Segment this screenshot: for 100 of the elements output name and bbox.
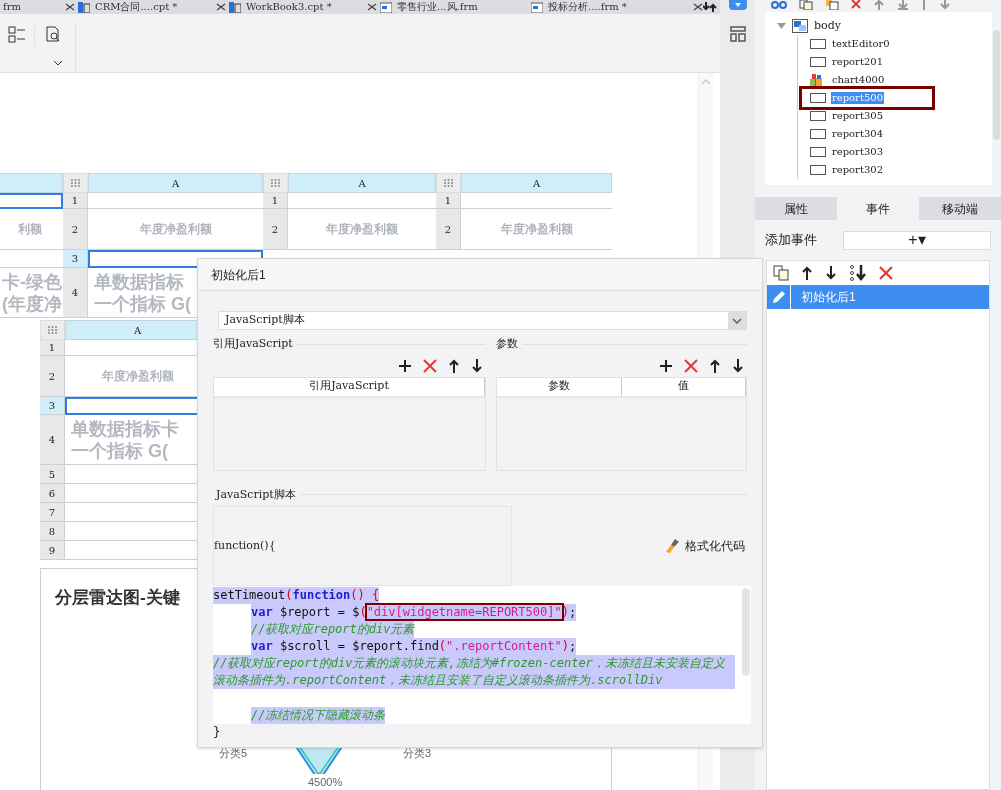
container-icon xyxy=(792,19,808,33)
binoculars-icon[interactable] xyxy=(771,0,787,10)
cell-text: 利额 xyxy=(17,221,42,238)
row-number[interactable]: 7 xyxy=(40,503,65,522)
widget-icon xyxy=(810,56,826,68)
delete-icon[interactable] xyxy=(423,358,437,373)
row-number[interactable]: 1 xyxy=(40,340,65,356)
tree-item[interactable]: report303 xyxy=(831,146,884,158)
select-all-handle[interactable] xyxy=(263,173,288,193)
document-tab[interactable]: WorkBook3.cpt * xyxy=(226,0,377,14)
arrow-down-icon[interactable] xyxy=(825,266,837,280)
tree-item[interactable]: textEditor0 xyxy=(831,38,891,50)
paste-icon[interactable] xyxy=(825,0,839,10)
column-header[interactable]: A xyxy=(288,173,436,193)
delete-icon[interactable] xyxy=(879,266,893,280)
close-icon[interactable] xyxy=(216,3,226,11)
document-search-icon[interactable] xyxy=(45,26,61,42)
cell-text: 单数据指标 xyxy=(94,271,184,292)
row-number[interactable]: 9 xyxy=(40,541,65,560)
close-icon[interactable] xyxy=(693,3,703,11)
row-number[interactable]: 4 xyxy=(40,415,65,465)
document-tab[interactable]: 零售行业...风.frm xyxy=(377,0,528,14)
widget-icon xyxy=(810,92,826,104)
copy-icon[interactable] xyxy=(799,0,813,10)
add-icon[interactable] xyxy=(398,358,412,373)
column-header[interactable]: 参数 xyxy=(497,377,622,396)
checklist-icon[interactable] xyxy=(8,26,26,44)
column-header[interactable]: A xyxy=(88,173,263,193)
spreadsheet-file-icon xyxy=(229,1,241,13)
cell-text: 单数据指标卡 xyxy=(71,418,179,439)
tab-list-icon[interactable] xyxy=(703,2,717,12)
row-number[interactable]: 3 xyxy=(63,250,88,268)
row-number[interactable]: 5 xyxy=(40,465,65,484)
code-editor[interactable] xyxy=(213,586,751,724)
row-number[interactable]: 6 xyxy=(40,484,65,503)
dropdown-button[interactable] xyxy=(728,0,747,10)
column-header[interactable]: 引用JavaScript xyxy=(214,377,485,396)
add-event-label: 添加事件 xyxy=(765,231,818,250)
move-to-bottom-icon[interactable] xyxy=(849,265,867,281)
select-all-handle[interactable] xyxy=(40,320,65,340)
document-tab[interactable]: 投标分析....frm * xyxy=(528,0,703,14)
document-tab[interactable]: CRM合同....cpt * xyxy=(75,0,226,14)
cell-text: 年度净盈利额 xyxy=(326,221,398,238)
panel-tab[interactable]: 属性 xyxy=(755,197,837,220)
section-title: 引用JavaScript xyxy=(213,336,293,352)
broom-icon xyxy=(665,538,681,554)
chevron-down-icon[interactable] xyxy=(732,317,742,324)
tree-item[interactable]: chart4000 xyxy=(831,74,886,86)
scrollbar-thumb[interactable] xyxy=(742,588,750,676)
arrow-down-icon[interactable] xyxy=(471,358,483,373)
caret-icon xyxy=(734,3,741,7)
format-code-button[interactable]: 格式化代码 xyxy=(665,537,745,555)
add-icon[interactable] xyxy=(659,358,673,373)
tree-item[interactable]: report201 xyxy=(831,56,884,68)
document-tab[interactable]: frm xyxy=(0,0,75,14)
row-number[interactable]: 8 xyxy=(40,522,65,541)
widget-icon xyxy=(810,110,826,122)
cell-text: 年度净盈利额 xyxy=(139,221,212,238)
delete-icon[interactable] xyxy=(684,358,698,373)
add-event-button[interactable]: +▾ xyxy=(843,230,991,250)
column-header[interactable]: A xyxy=(461,173,612,193)
row-number[interactable]: 2 xyxy=(436,209,461,250)
select-all-handle[interactable] xyxy=(63,173,88,193)
close-icon[interactable] xyxy=(367,3,377,11)
close-icon[interactable] xyxy=(65,3,75,11)
tree-item[interactable]: report304 xyxy=(831,128,884,140)
tree-item[interactable]: body xyxy=(814,17,841,35)
delete-icon[interactable] xyxy=(851,0,861,10)
panel-tab[interactable]: 移动端 xyxy=(919,197,1001,220)
row-number[interactable]: 2 xyxy=(40,356,65,397)
copy-icon[interactable] xyxy=(773,265,789,281)
scrollbar-thumb[interactable] xyxy=(993,30,1000,140)
function-header: function(){ xyxy=(214,537,276,554)
chevron-down-icon[interactable] xyxy=(53,60,63,66)
cell-text: (年度净 xyxy=(2,293,62,314)
widget-icon xyxy=(810,164,826,176)
tree-item[interactable]: report305 xyxy=(831,110,884,122)
widget-icon xyxy=(810,128,826,140)
arrow-down-icon[interactable] xyxy=(732,358,744,373)
row-number[interactable]: 1 xyxy=(63,193,88,209)
row-number[interactable]: 1 xyxy=(263,193,288,209)
section-title: JavaScript脚本 xyxy=(214,486,296,503)
dialog-title: 初始化后1 xyxy=(211,266,266,284)
row-number[interactable]: 3 xyxy=(40,397,65,415)
cell-text: 年度净盈利额 xyxy=(500,221,573,238)
tree-item[interactable]: report302 xyxy=(831,164,884,176)
row-number[interactable]: 1 xyxy=(436,193,461,209)
section-title: 参数 xyxy=(496,336,518,352)
script-type-dropdown[interactable]: JavaScript脚本 xyxy=(218,311,747,330)
row-number[interactable]: 4 xyxy=(63,268,88,318)
layout-icon[interactable] xyxy=(729,26,746,42)
expand-caret-icon[interactable] xyxy=(777,23,786,29)
event-label: 初始化后1 xyxy=(800,289,856,306)
row-number[interactable]: 2 xyxy=(63,209,88,250)
column-header[interactable]: 值 xyxy=(621,377,746,396)
select-all-handle[interactable] xyxy=(436,173,461,193)
cell-text: 一个指标 G( xyxy=(71,440,168,461)
row-number[interactable]: 2 xyxy=(263,209,288,250)
widget-icon xyxy=(810,146,826,158)
pencil-icon[interactable] xyxy=(771,290,786,304)
